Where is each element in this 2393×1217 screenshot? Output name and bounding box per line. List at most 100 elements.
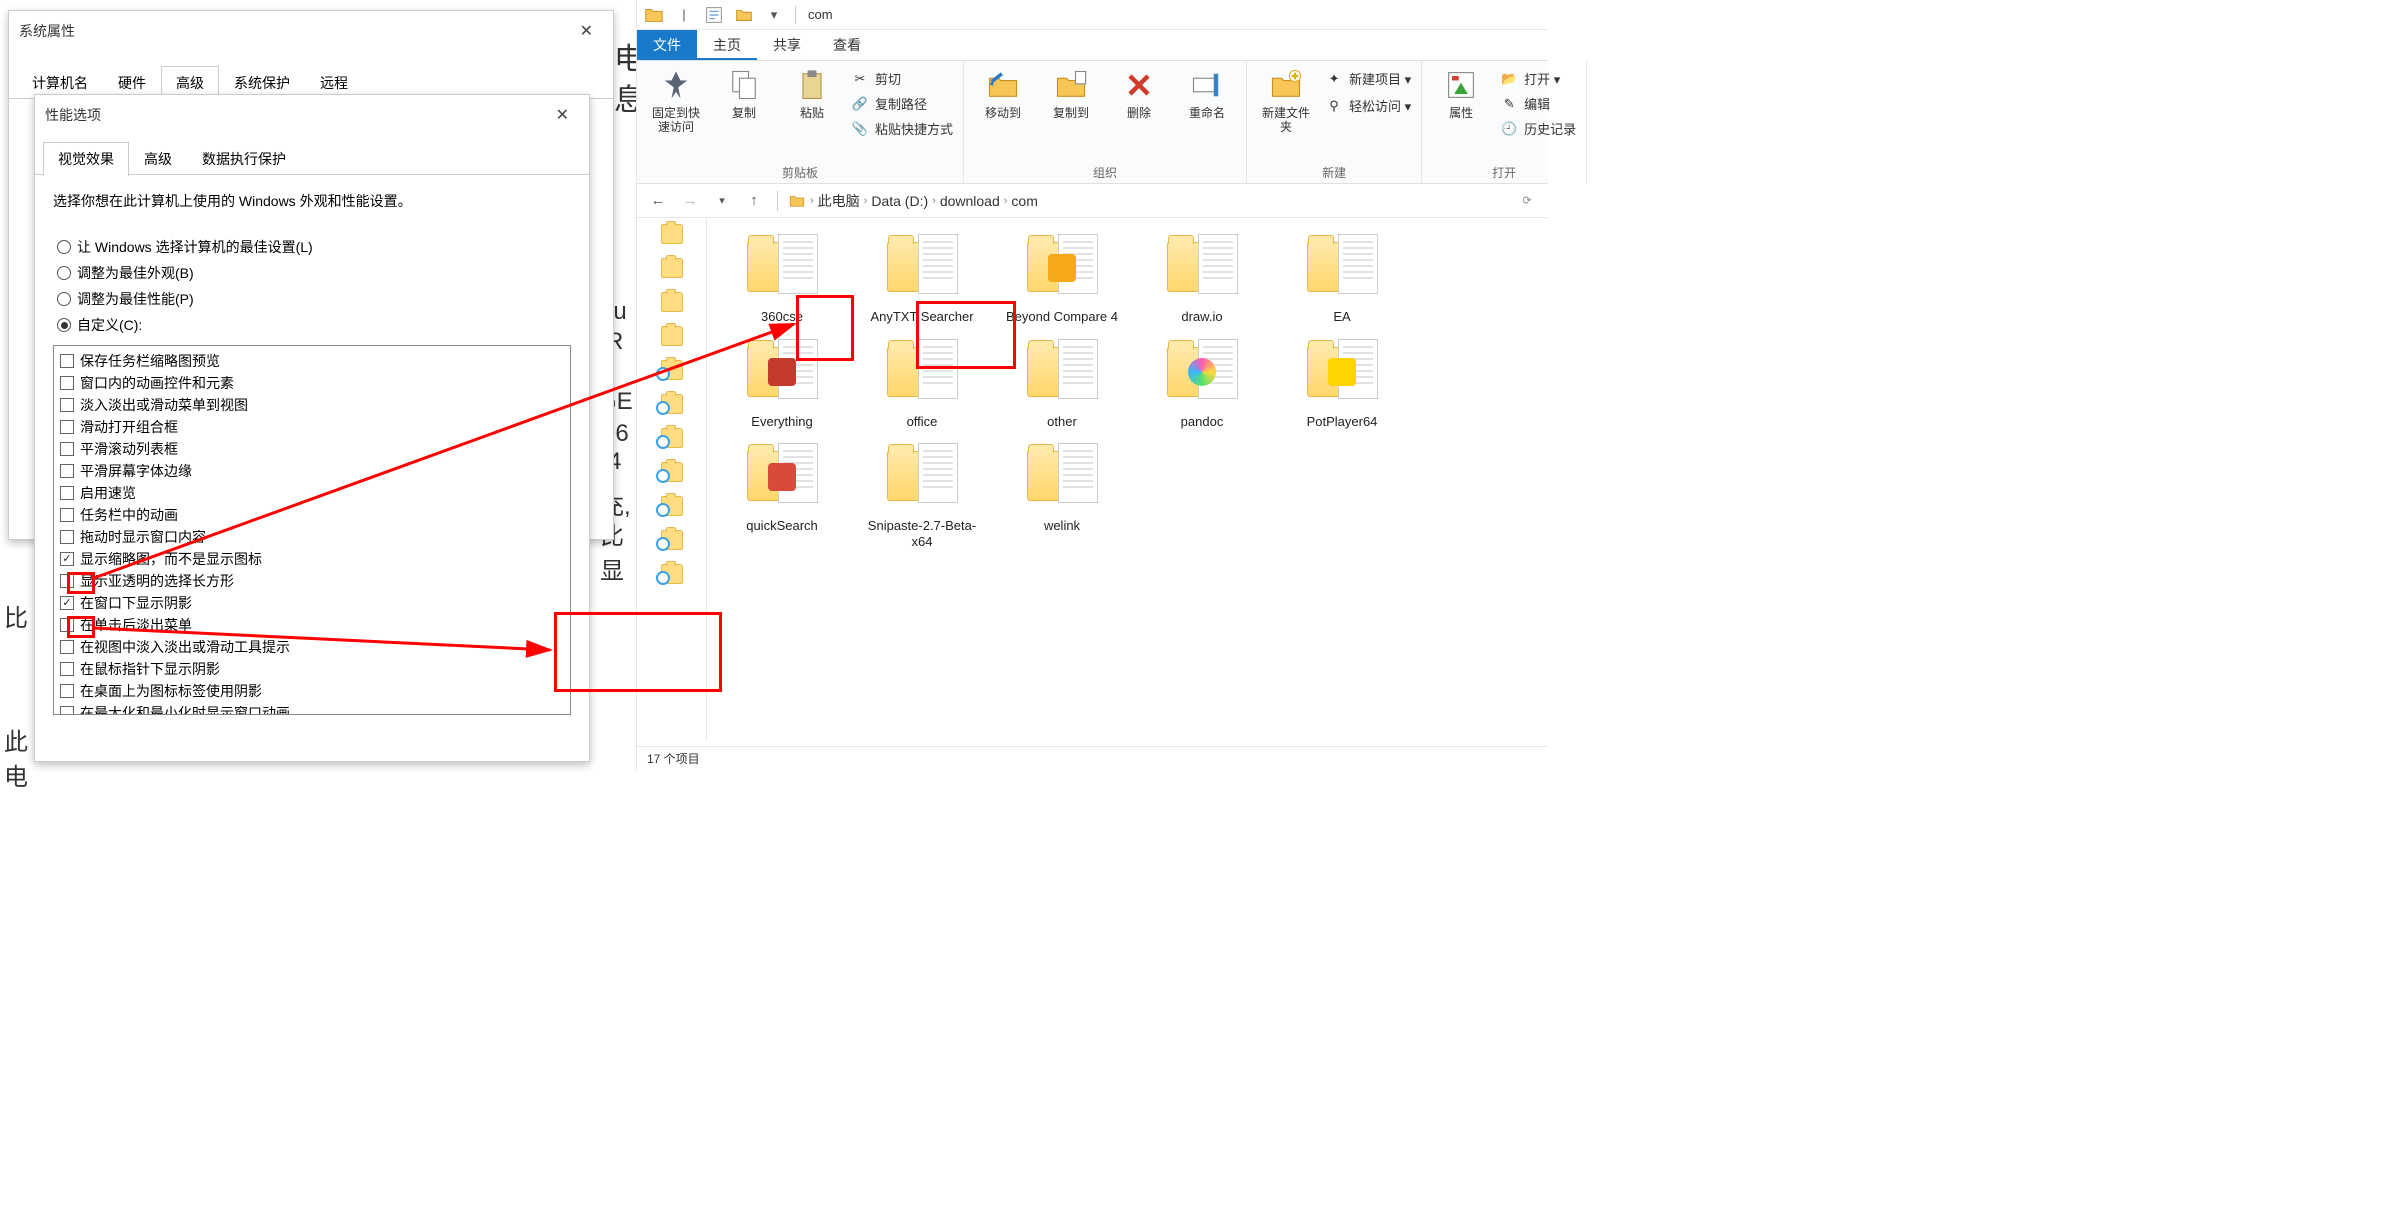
folder-item[interactable]: Everything xyxy=(717,335,847,430)
effect-checkbox-row[interactable]: 在桌面上为图标标签使用阴影 xyxy=(58,680,566,702)
performance-options-window: 性能选项 ✕ 视觉效果 高级 数据执行保护 选择你想在此计算机上使用的 Wind… xyxy=(34,94,590,762)
crumb[interactable]: Data (D:) xyxy=(871,193,928,209)
tab-dep[interactable]: 数据执行保护 xyxy=(187,142,301,175)
effect-checkbox-row[interactable]: 平滑滚动列表框 xyxy=(58,438,566,460)
tab-view[interactable]: 查看 xyxy=(817,30,877,60)
radio-option[interactable]: 让 Windows 选择计算机的最佳设置(L) xyxy=(57,237,567,257)
effect-checkbox-row[interactable]: 启用速览 xyxy=(58,482,566,504)
tab-advanced[interactable]: 高级 xyxy=(129,142,187,175)
tab-visual-effects[interactable]: 视觉效果 xyxy=(43,142,129,176)
ribbon-group-clipboard: 固定到快速访问 复制 粘贴 ✂剪切 🔗复制路径 📎粘贴快捷方式 剪贴板 xyxy=(637,61,964,183)
folder-item[interactable]: AnyTXT Searcher xyxy=(857,230,987,325)
radio-option[interactable]: 自定义(C): xyxy=(57,315,567,335)
dropdown-icon[interactable]: ▾ xyxy=(761,4,787,26)
forward-button[interactable]: → xyxy=(677,189,703,213)
effect-checkbox-row[interactable]: 淡入淡出或滑动菜单到视图 xyxy=(58,394,566,416)
crumb[interactable]: 此电脑 xyxy=(818,191,860,211)
checkbox-icon xyxy=(60,662,74,676)
group-label: 组织 xyxy=(1093,164,1117,181)
tab-share[interactable]: 共享 xyxy=(757,30,817,60)
folder-item[interactable]: pandoc xyxy=(1137,335,1267,430)
effect-checkbox-row[interactable]: 在鼠标指针下显示阴影 xyxy=(58,658,566,680)
paste-shortcut-button[interactable]: 📎粘贴快捷方式 xyxy=(851,119,953,138)
rename-icon xyxy=(1189,67,1225,103)
breadcrumb[interactable]: › 此电脑› Data (D:)› download› com xyxy=(788,191,1038,211)
pin-to-quick-access-button[interactable]: 固定到快速访问 xyxy=(647,67,705,135)
folder-item[interactable]: PotPlayer64 xyxy=(1277,335,1407,430)
folder-item[interactable]: 360cse xyxy=(717,230,847,325)
radio-option[interactable]: 调整为最佳性能(P) xyxy=(57,289,567,309)
effect-checkbox-row[interactable]: 在单击后淡出菜单 xyxy=(58,614,566,636)
effect-checkbox-row[interactable]: 显示缩略图，而不是显示图标 xyxy=(58,548,566,570)
history-button[interactable]: 🕘历史记录 xyxy=(1500,119,1576,138)
folder-icon[interactable] xyxy=(641,4,667,26)
properties-icon[interactable] xyxy=(701,4,727,26)
copy-icon xyxy=(726,67,762,103)
new-item-button[interactable]: ✦新建项目 ▾ xyxy=(1325,69,1411,88)
paste-button[interactable]: 粘贴 xyxy=(783,67,841,120)
folder-label: office xyxy=(907,414,938,430)
tab-home[interactable]: 主页 xyxy=(697,30,757,60)
checkbox-icon xyxy=(60,596,74,610)
crumb[interactable]: download xyxy=(940,193,1000,209)
content-area[interactable]: 360cseAnyTXT SearcherBeyond Compare 4dra… xyxy=(707,218,1548,740)
checkbox-label: 显示亚透明的选择长方形 xyxy=(80,571,234,591)
effect-checkbox-row[interactable]: 在最大化和最小化时显示窗口动画 xyxy=(58,702,566,715)
effect-checkbox-row[interactable]: 显示亚透明的选择长方形 xyxy=(58,570,566,592)
radio-icon xyxy=(57,318,71,332)
folder-item[interactable]: welink xyxy=(997,439,1127,549)
perf-heading: 选择你想在此计算机上使用的 Windows 外观和性能设置。 xyxy=(53,191,571,211)
folder-item[interactable]: other xyxy=(997,335,1127,430)
folder-item[interactable]: office xyxy=(857,335,987,430)
ribbon-group-open: 属性 📂打开 ▾ ✎编辑 🕘历史记录 打开 xyxy=(1422,61,1587,183)
cut-button[interactable]: ✂剪切 xyxy=(851,69,953,88)
open-button[interactable]: 📂打开 ▾ xyxy=(1500,69,1576,88)
folder-icon xyxy=(882,230,962,305)
checkbox-label: 滑动打开组合框 xyxy=(80,417,178,437)
folder-item[interactable]: Snipaste-2.7-Beta-x64 xyxy=(857,439,987,549)
effect-checkbox-row[interactable]: 保存任务栏缩略图预览 xyxy=(58,350,566,372)
effect-checkbox-row[interactable]: 在窗口下显示阴影 xyxy=(58,592,566,614)
delete-icon xyxy=(1121,67,1157,103)
effect-checkbox-row[interactable]: 滑动打开组合框 xyxy=(58,416,566,438)
folder-item[interactable]: draw.io xyxy=(1137,230,1267,325)
recent-dropdown[interactable]: ▾ xyxy=(709,189,735,213)
radio-option[interactable]: 调整为最佳外观(B) xyxy=(57,263,567,283)
edit-button[interactable]: ✎编辑 xyxy=(1500,94,1576,113)
checkbox-label: 任务栏中的动画 xyxy=(80,505,178,525)
radio-label: 调整为最佳外观(B) xyxy=(77,263,194,283)
crumb[interactable]: com xyxy=(1011,193,1037,209)
radio-icon xyxy=(57,292,71,306)
newfolder-icon xyxy=(1268,67,1304,103)
refresh-button[interactable]: ⟳ xyxy=(1514,189,1540,213)
new-folder-button[interactable]: 新建文件夹 xyxy=(1257,67,1315,135)
folder-item[interactable]: Beyond Compare 4 xyxy=(997,230,1127,325)
rename-button[interactable]: 重命名 xyxy=(1178,67,1236,120)
properties-icon xyxy=(1443,67,1479,103)
copy-to-button[interactable]: 复制到 xyxy=(1042,67,1100,120)
folder-item[interactable]: quickSearch xyxy=(717,439,847,549)
effect-checkbox-row[interactable]: 窗口内的动画控件和元素 xyxy=(58,372,566,394)
checkbox-icon xyxy=(60,706,74,715)
folder-small-icon[interactable] xyxy=(731,4,757,26)
easy-access-button[interactable]: ⚲轻松访问 ▾ xyxy=(1325,96,1411,115)
copy-button[interactable]: 复制 xyxy=(715,67,773,120)
tab-file[interactable]: 文件 xyxy=(637,30,697,60)
perf-title: 性能选项 xyxy=(45,105,101,125)
effect-checkbox-row[interactable]: 拖动时显示窗口内容 xyxy=(58,526,566,548)
quick-access-toolbar: | ▾ com xyxy=(637,0,1548,30)
effect-checkbox-row[interactable]: 平滑屏幕字体边缘 xyxy=(58,460,566,482)
up-button[interactable]: ↑ xyxy=(741,189,767,213)
checkbox-label: 窗口内的动画控件和元素 xyxy=(80,373,234,393)
nav-tree-strip[interactable] xyxy=(637,218,707,740)
back-button[interactable]: ← xyxy=(645,189,671,213)
effect-checkbox-row[interactable]: 任务栏中的动画 xyxy=(58,504,566,526)
delete-button[interactable]: 删除 xyxy=(1110,67,1168,120)
move-to-button[interactable]: 移动到 xyxy=(974,67,1032,120)
folder-item[interactable]: EA xyxy=(1277,230,1407,325)
properties-button[interactable]: 属性 xyxy=(1432,67,1490,120)
effect-checkbox-row[interactable]: 在视图中淡入淡出或滑动工具提示 xyxy=(58,636,566,658)
close-icon[interactable]: ✕ xyxy=(546,101,579,129)
copy-path-button[interactable]: 🔗复制路径 xyxy=(851,94,953,113)
close-icon[interactable]: ✕ xyxy=(570,17,603,45)
